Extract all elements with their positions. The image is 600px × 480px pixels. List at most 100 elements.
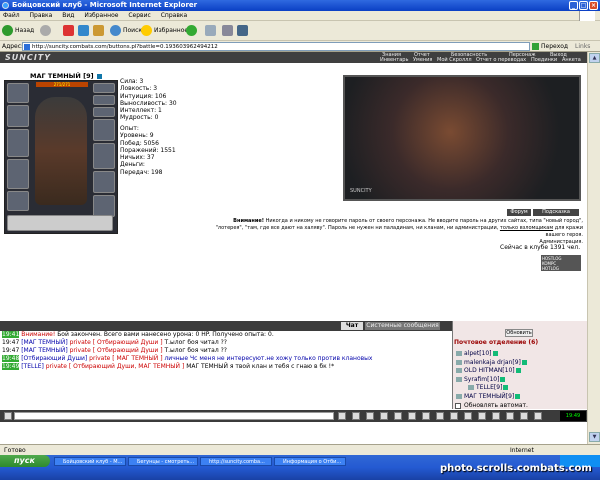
scroll-up-icon[interactable]: ▲ (589, 53, 600, 63)
quick-slots[interactable] (7, 215, 113, 231)
stop-button[interactable] (63, 24, 76, 37)
amulet-slot[interactable] (93, 95, 115, 105)
online-user[interactable]: malenkaja drjan[9] (456, 359, 527, 366)
edit-button[interactable] (237, 24, 250, 37)
nav-battles[interactable]: Поединки (531, 58, 557, 63)
armor-slot[interactable] (7, 159, 29, 189)
character-name[interactable]: МАГ ТЕМНЫЙ (30, 72, 81, 80)
exit-icon[interactable] (534, 412, 542, 420)
user-info-icon[interactable] (515, 394, 521, 399)
online-user[interactable]: МАГ ТЕМНЫЙ[9] (456, 393, 521, 400)
menu-view[interactable]: Вид (62, 12, 74, 19)
tab-system-messages[interactable]: Системные сообщения (365, 322, 440, 330)
bag-icon[interactable] (464, 412, 472, 420)
menu-file[interactable]: Файл (3, 12, 20, 19)
go-button[interactable]: Переход (532, 42, 568, 51)
page-scrollbar[interactable]: ▲ ▼ (587, 52, 600, 444)
chat-author[interactable]: личные Чс меня не интересуют.не хожу тол… (163, 355, 372, 362)
nav-skills[interactable]: Умения (413, 58, 432, 63)
menu-favorites[interactable]: Избранное (84, 12, 118, 19)
chat-private-tag[interactable]: private [ Отбирающий Души ] (70, 339, 163, 346)
refresh-page-button[interactable] (78, 24, 91, 37)
hit-counters[interactable]: HOSTLOG KOMPC HOTLOG (541, 255, 581, 271)
mail-office-title[interactable]: Почтовое отделение (6) (454, 339, 538, 346)
help-button[interactable]: Подсказка (533, 209, 579, 216)
nav-inventory[interactable]: Инвентарь (380, 58, 408, 63)
home-button[interactable] (93, 24, 106, 37)
mail-icon[interactable] (450, 412, 458, 420)
search-button[interactable]: Поиск (110, 24, 142, 37)
nav-profile[interactable]: Анкета (562, 58, 581, 63)
map-icon[interactable] (478, 412, 486, 420)
scroll-icon[interactable] (422, 412, 430, 420)
warning-link[interactable]: только взломщикам (500, 225, 553, 231)
chat-author[interactable]: [МАГ ТЕМНЫЙ] (21, 339, 69, 346)
favorites-button[interactable]: Избранное (141, 24, 188, 37)
forum-button[interactable]: Форум (507, 209, 531, 216)
menu-tools[interactable]: Сервис (128, 12, 150, 19)
refresh-button[interactable]: Обновить (505, 329, 533, 337)
online-user[interactable]: TELLE[9] (468, 384, 509, 391)
weapon-slot[interactable] (7, 129, 29, 157)
fight-icon[interactable] (492, 412, 500, 420)
chat-author[interactable]: [Отбирающий Души] (21, 355, 89, 362)
mail-button[interactable] (205, 24, 218, 37)
chat-private-tag[interactable]: private [ Отбирающий Души, МАГ ТЕМНЫЙ ] (46, 363, 185, 370)
auto-refresh-checkbox[interactable]: Обновлять автомат. (455, 402, 528, 409)
earring-slot[interactable] (93, 83, 115, 93)
scroll-down-icon[interactable]: ▼ (589, 432, 600, 442)
chat-private-tag[interactable]: private [ МАГ ТЕМНЫЙ ] (89, 355, 162, 362)
bracer-slot[interactable] (7, 105, 29, 127)
print-button[interactable] (222, 24, 235, 37)
online-user[interactable]: OLD HITMAN[10] (456, 367, 521, 374)
task-movies[interactable]: Бегунцы - смотреть... (128, 457, 198, 466)
send-button[interactable] (338, 412, 346, 420)
people-icon[interactable] (436, 412, 444, 420)
chat-input[interactable] (14, 412, 334, 420)
checkbox-icon[interactable] (455, 402, 461, 409)
tab-chat[interactable]: Чат (341, 322, 363, 330)
gloves-slot[interactable] (93, 119, 115, 141)
legs-slot[interactable] (93, 171, 115, 193)
task-suncity[interactable]: http://suncity.comba... (200, 457, 272, 466)
clear-icon[interactable] (352, 412, 360, 420)
smiles-icon[interactable] (394, 412, 402, 420)
chat-arrow-icon[interactable] (4, 412, 12, 420)
user-info-icon[interactable] (503, 385, 509, 391)
menu-help[interactable]: Справка (161, 12, 187, 19)
online-user[interactable]: Syrafim[10] (456, 376, 506, 383)
belt-slot[interactable] (7, 191, 29, 211)
back-button[interactable]: Назад (2, 24, 34, 37)
translit-icon[interactable] (380, 412, 388, 420)
nav-transfer-report[interactable]: Отчет о переводах (476, 58, 526, 63)
minimize-button[interactable]: _ (569, 1, 578, 10)
heal-icon[interactable] (506, 412, 514, 420)
user-info-icon[interactable] (500, 376, 506, 382)
start-button[interactable]: пуск (0, 455, 50, 467)
user-info-icon[interactable] (515, 368, 521, 374)
user-info-icon[interactable] (521, 359, 527, 365)
chat-author[interactable]: [МАГ ТЕМНЫЙ] (21, 347, 69, 354)
filter-icon[interactable] (366, 412, 374, 420)
history-button[interactable] (186, 24, 199, 37)
task-info[interactable]: Информация о Отби... (274, 457, 346, 466)
settings-icon[interactable] (408, 412, 416, 420)
close-button[interactable]: × (589, 1, 598, 10)
links-button[interactable]: Links (575, 42, 590, 51)
info-icon[interactable] (520, 412, 528, 420)
shield-slot[interactable] (93, 143, 115, 169)
maximize-button[interactable]: □ (579, 1, 588, 10)
ring-slot[interactable] (93, 107, 115, 117)
menu-edit[interactable]: Правка (30, 12, 53, 19)
user-info-icon[interactable] (492, 351, 498, 356)
helmet-slot[interactable] (7, 83, 29, 103)
forward-button[interactable] (40, 24, 53, 37)
task-combats[interactable]: Бойцовский клуб - M... (54, 457, 126, 466)
chat-author[interactable]: [TELLE] (21, 363, 46, 370)
info-icon[interactable] (96, 73, 102, 79)
online-user[interactable]: alpet[10] (456, 350, 498, 357)
boots-slot[interactable] (93, 195, 115, 217)
address-input[interactable]: http://suncity.combats.com/buttons.pl?ba… (22, 42, 530, 51)
nav-my-scroll[interactable]: Мой Скроллл (437, 58, 472, 63)
chat-private-tag[interactable]: private [ Отбирающий Души ] (70, 347, 163, 354)
